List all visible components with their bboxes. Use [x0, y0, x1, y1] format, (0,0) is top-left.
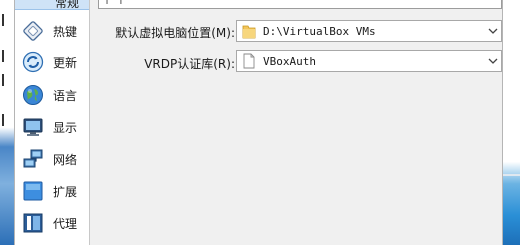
language-globe-icon: [23, 85, 43, 105]
sidebar-item-update[interactable]: 更新: [19, 47, 89, 77]
chevron-down-icon[interactable]: [485, 21, 501, 41]
sidebar-item-network[interactable]: 网络: [19, 144, 89, 174]
sidebar-item-hotkeys[interactable]: 热键: [19, 16, 89, 46]
desktop-edge-mark: [2, 50, 10, 62]
sidebar-item-label: 热键: [53, 24, 78, 39]
desktop-edge-mark: [2, 14, 10, 26]
vrdp-auth-library-value: VBoxAuth: [263, 54, 316, 68]
default-machine-folder-value: D:\VirtualBox VMs: [263, 24, 376, 38]
settings-category-list: 常规 热键 更新 语言 显示 网络 扩展 代理: [15, 0, 90, 245]
sidebar-item-label: 语言: [53, 88, 78, 103]
chevron-down-icon[interactable]: [485, 51, 501, 71]
sidebar-item-label: 常规: [55, 0, 80, 10]
extension-icon: [23, 181, 43, 201]
desktop-edge-mark: [2, 74, 10, 86]
sidebar-item-extensions[interactable]: 扩展: [19, 176, 89, 206]
top-input-field[interactable]: ↑ ↑: [98, 0, 502, 9]
hotkey-icon: [23, 21, 43, 41]
sidebar-item-language[interactable]: 语言: [19, 80, 89, 110]
settings-page-general: ↑ ↑ 默认虚拟电脑位置(M): D:\VirtualBox VMs VRDP认…: [91, 0, 502, 245]
sidebar-item-general[interactable]: 常规: [15, 0, 89, 10]
desktop-wallpaper-line: [503, 174, 520, 176]
vrdp-auth-library-label: VRDP认证库(R):: [144, 57, 235, 71]
sidebar-item-label: 扩展: [53, 184, 78, 199]
top-input-fragment: ↑ ↑: [102, 0, 126, 7]
settings-dialog: 常规 热键 更新 语言 显示 网络 扩展 代理 ↑ ↑ 默认虚拟电脑位置(M):…: [14, 0, 503, 245]
vrdp-auth-library-combo[interactable]: VBoxAuth: [236, 50, 502, 72]
sidebar-item-display[interactable]: 显示: [19, 112, 89, 142]
sidebar-item-label: 代理: [53, 216, 78, 231]
file-icon: [243, 53, 255, 69]
proxy-icon: [23, 213, 43, 233]
desktop-edge-mark: [2, 114, 10, 126]
folder-icon: [242, 25, 256, 39]
default-machine-folder-label: 默认虚拟电脑位置(M):: [115, 26, 235, 40]
sidebar-item-label: 显示: [53, 120, 78, 135]
update-icon: [22, 51, 44, 73]
sidebar-item-label: 更新: [53, 55, 78, 70]
network-icon: [23, 149, 43, 168]
display-monitor-icon: [23, 118, 43, 136]
sidebar-item-label: 网络: [53, 152, 78, 167]
desktop-background-right: [503, 0, 520, 245]
default-machine-folder-combo[interactable]: D:\VirtualBox VMs: [236, 20, 502, 42]
sidebar-item-proxy[interactable]: 代理: [19, 208, 89, 238]
desktop-background-left: [0, 0, 14, 245]
